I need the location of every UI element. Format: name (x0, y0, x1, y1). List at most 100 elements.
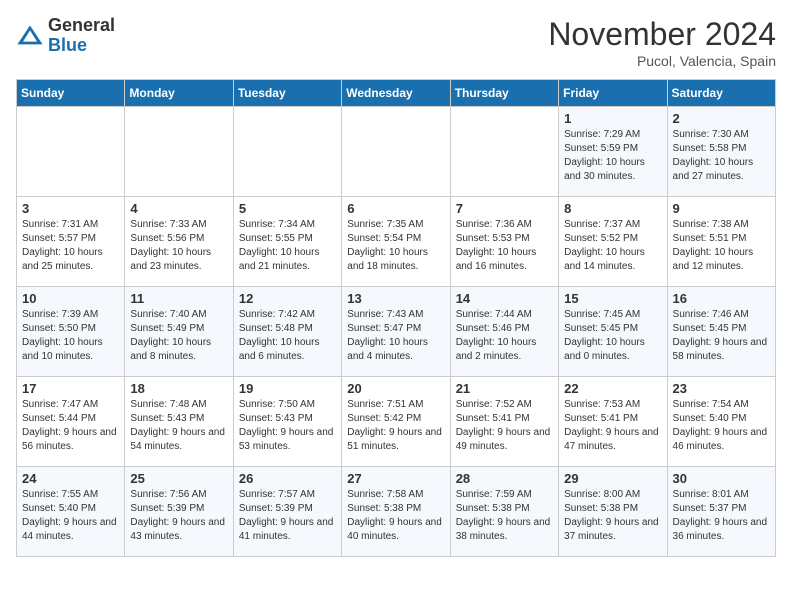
day-header-saturday: Saturday (667, 80, 775, 107)
day-info: Sunrise: 7:47 AM Sunset: 5:44 PM Dayligh… (22, 398, 119, 454)
calendar-cell: 16 Sunrise: 7:46 AM Sunset: 5:45 PM Dayli… (667, 287, 775, 377)
title-block: November 2024 Pucol, Valencia, Spain (548, 16, 776, 69)
day-number: 25 (130, 471, 227, 486)
day-number: 8 (564, 201, 661, 216)
calendar-week-row: 10Sunrise: 7:39 AM Sunset: 5:50 PM Dayli… (17, 287, 776, 377)
calendar-cell: 7 Sunrise: 7:36 AM Sunset: 5:53 PM Daylig… (450, 197, 558, 287)
calendar-cell: 4Sunrise: 7:33 AM Sunset: 5:56 PM Daylig… (125, 197, 233, 287)
day-number: 14 (456, 291, 553, 306)
day-info: Sunrise: 7:42 AM Sunset: 5:48 PM Dayligh… (239, 308, 336, 364)
calendar-cell: 10Sunrise: 7:39 AM Sunset: 5:50 PM Dayli… (17, 287, 125, 377)
day-number: 7 (456, 201, 553, 216)
calendar-cell: 23 Sunrise: 7:54 AM Sunset: 5:40 PM Dayli… (667, 377, 775, 467)
day-info: Sunrise: 7:48 AM Sunset: 5:43 PM Dayligh… (130, 398, 227, 454)
day-info: Sunrise: 7:57 AM Sunset: 5:39 PM Dayligh… (239, 488, 336, 544)
calendar-cell: 20 Sunrise: 7:51 AM Sunset: 5:42 PM Dayli… (342, 377, 450, 467)
calendar-cell (450, 107, 558, 197)
day-header-thursday: Thursday (450, 80, 558, 107)
day-info: Sunrise: 7:35 AM Sunset: 5:54 PM Dayligh… (347, 218, 444, 274)
day-info: Sunrise: 7:40 AM Sunset: 5:49 PM Dayligh… (130, 308, 227, 364)
day-info: Sunrise: 7:45 AM Sunset: 5:45 PM Dayligh… (564, 308, 661, 364)
calendar-cell (17, 107, 125, 197)
calendar-week-row: 3 Sunrise: 7:31 AM Sunset: 5:57 PM Daylig… (17, 197, 776, 287)
calendar-cell: 29Sunrise: 8:00 AM Sunset: 5:38 PM Dayli… (559, 467, 667, 557)
calendar-cell: 27Sunrise: 7:58 AM Sunset: 5:38 PM Dayli… (342, 467, 450, 557)
day-number: 20 (347, 381, 444, 396)
day-number: 15 (564, 291, 661, 306)
day-info: Sunrise: 7:59 AM Sunset: 5:38 PM Dayligh… (456, 488, 553, 544)
day-header-friday: Friday (559, 80, 667, 107)
day-number: 1 (564, 111, 661, 126)
day-number: 28 (456, 471, 553, 486)
day-number: 18 (130, 381, 227, 396)
logo: General Blue (16, 16, 115, 56)
calendar-week-row: 1 Sunrise: 7:29 AM Sunset: 5:59 PM Daylig… (17, 107, 776, 197)
day-info: Sunrise: 7:31 AM Sunset: 5:57 PM Dayligh… (22, 218, 119, 274)
day-info: Sunrise: 7:36 AM Sunset: 5:53 PM Dayligh… (456, 218, 553, 274)
day-info: Sunrise: 8:01 AM Sunset: 5:37 PM Dayligh… (673, 488, 770, 544)
calendar-cell: 30 Sunrise: 8:01 AM Sunset: 5:37 PM Dayli… (667, 467, 775, 557)
day-number: 10 (22, 291, 119, 306)
day-info: Sunrise: 7:43 AM Sunset: 5:47 PM Dayligh… (347, 308, 444, 364)
calendar-cell: 1 Sunrise: 7:29 AM Sunset: 5:59 PM Daylig… (559, 107, 667, 197)
location-subtitle: Pucol, Valencia, Spain (548, 53, 776, 69)
calendar-cell: 21Sunrise: 7:52 AM Sunset: 5:41 PM Dayli… (450, 377, 558, 467)
day-info: Sunrise: 7:54 AM Sunset: 5:40 PM Dayligh… (673, 398, 770, 454)
calendar-cell: 11 Sunrise: 7:40 AM Sunset: 5:49 PM Dayli… (125, 287, 233, 377)
logo-text: General Blue (48, 16, 115, 56)
calendar-cell (125, 107, 233, 197)
calendar-cell: 28 Sunrise: 7:59 AM Sunset: 5:38 PM Dayli… (450, 467, 558, 557)
day-info: Sunrise: 7:38 AM Sunset: 5:51 PM Dayligh… (673, 218, 770, 274)
day-number: 12 (239, 291, 336, 306)
day-info: Sunrise: 7:29 AM Sunset: 5:59 PM Dayligh… (564, 128, 661, 184)
day-number: 16 (673, 291, 770, 306)
day-number: 21 (456, 381, 553, 396)
calendar-week-row: 24Sunrise: 7:55 AM Sunset: 5:40 PM Dayli… (17, 467, 776, 557)
day-info: Sunrise: 7:50 AM Sunset: 5:43 PM Dayligh… (239, 398, 336, 454)
page-header: General Blue November 2024 Pucol, Valenc… (16, 16, 776, 69)
day-info: Sunrise: 7:46 AM Sunset: 5:45 PM Dayligh… (673, 308, 770, 364)
day-number: 22 (564, 381, 661, 396)
day-number: 30 (673, 471, 770, 486)
day-number: 2 (673, 111, 770, 126)
calendar-cell: 3 Sunrise: 7:31 AM Sunset: 5:57 PM Daylig… (17, 197, 125, 287)
calendar-cell: 18 Sunrise: 7:48 AM Sunset: 5:43 PM Dayli… (125, 377, 233, 467)
calendar-cell: 12 Sunrise: 7:42 AM Sunset: 5:48 PM Dayli… (233, 287, 341, 377)
day-number: 11 (130, 291, 227, 306)
calendar-cell: 19Sunrise: 7:50 AM Sunset: 5:43 PM Dayli… (233, 377, 341, 467)
day-number: 23 (673, 381, 770, 396)
day-info: Sunrise: 7:34 AM Sunset: 5:55 PM Dayligh… (239, 218, 336, 274)
calendar-cell (233, 107, 341, 197)
calendar-cell (342, 107, 450, 197)
calendar-cell: 15 Sunrise: 7:45 AM Sunset: 5:45 PM Dayli… (559, 287, 667, 377)
calendar-cell: 25 Sunrise: 7:56 AM Sunset: 5:39 PM Dayli… (125, 467, 233, 557)
month-title: November 2024 (548, 16, 776, 53)
calendar-table: SundayMondayTuesdayWednesdayThursdayFrid… (16, 79, 776, 557)
day-info: Sunrise: 7:51 AM Sunset: 5:42 PM Dayligh… (347, 398, 444, 454)
day-number: 13 (347, 291, 444, 306)
day-number: 26 (239, 471, 336, 486)
day-number: 5 (239, 201, 336, 216)
calendar-cell: 14 Sunrise: 7:44 AM Sunset: 5:46 PM Dayli… (450, 287, 558, 377)
day-info: Sunrise: 7:30 AM Sunset: 5:58 PM Dayligh… (673, 128, 770, 184)
calendar-week-row: 17 Sunrise: 7:47 AM Sunset: 5:44 PM Dayli… (17, 377, 776, 467)
day-number: 17 (22, 381, 119, 396)
day-header-sunday: Sunday (17, 80, 125, 107)
day-info: Sunrise: 7:37 AM Sunset: 5:52 PM Dayligh… (564, 218, 661, 274)
day-number: 3 (22, 201, 119, 216)
day-info: Sunrise: 7:33 AM Sunset: 5:56 PM Dayligh… (130, 218, 227, 274)
day-header-tuesday: Tuesday (233, 80, 341, 107)
logo-blue: Blue (48, 35, 87, 55)
calendar-cell: 17 Sunrise: 7:47 AM Sunset: 5:44 PM Dayli… (17, 377, 125, 467)
calendar-cell: 13 Sunrise: 7:43 AM Sunset: 5:47 PM Dayli… (342, 287, 450, 377)
calendar-cell: 8 Sunrise: 7:37 AM Sunset: 5:52 PM Daylig… (559, 197, 667, 287)
calendar-cell: 24Sunrise: 7:55 AM Sunset: 5:40 PM Dayli… (17, 467, 125, 557)
calendar-cell: 6Sunrise: 7:35 AM Sunset: 5:54 PM Daylig… (342, 197, 450, 287)
day-info: Sunrise: 7:58 AM Sunset: 5:38 PM Dayligh… (347, 488, 444, 544)
day-info: Sunrise: 7:56 AM Sunset: 5:39 PM Dayligh… (130, 488, 227, 544)
day-info: Sunrise: 7:44 AM Sunset: 5:46 PM Dayligh… (456, 308, 553, 364)
day-number: 24 (22, 471, 119, 486)
logo-icon (16, 22, 44, 50)
logo-general: General (48, 15, 115, 35)
calendar-cell: 22Sunrise: 7:53 AM Sunset: 5:41 PM Dayli… (559, 377, 667, 467)
